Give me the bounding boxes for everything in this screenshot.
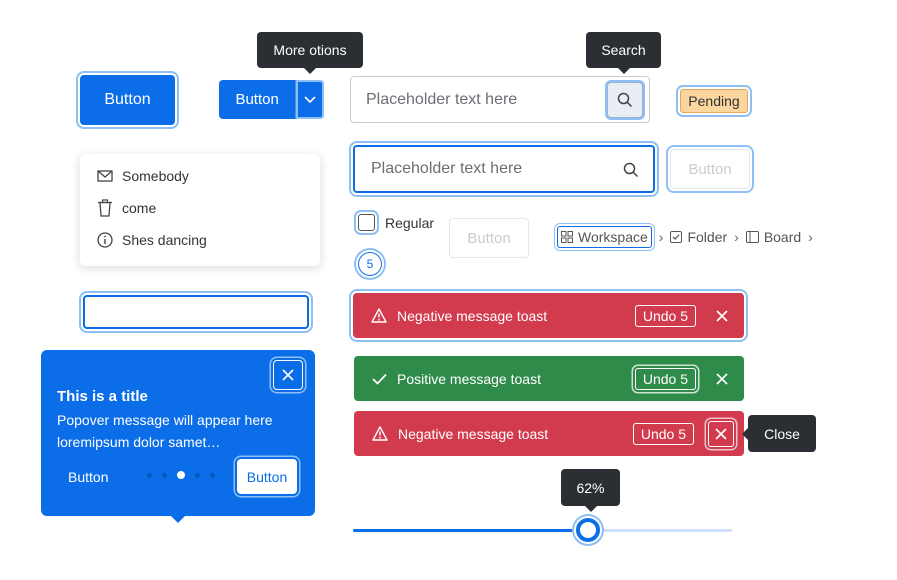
menu-item-come[interactable]: come [80, 192, 320, 224]
disabled-button[interactable]: Button [670, 149, 750, 189]
more-options-tooltip: More otions [257, 32, 363, 74]
popover: This is a title Popover message will app… [41, 350, 315, 523]
close-icon [716, 309, 728, 322]
toast-message: Negative message toast [397, 307, 548, 324]
checkbox-icon [670, 231, 683, 243]
toast-negative: Negative message toast Undo 5 [354, 411, 744, 456]
tooltip-text: Close [764, 425, 800, 442]
breadcrumb-label: Folder [687, 229, 728, 245]
info-icon [97, 232, 113, 248]
breadcrumb-label: Workspace [578, 229, 648, 245]
disabled-button[interactable]: Button [449, 218, 529, 258]
close-button[interactable] [710, 367, 734, 391]
search-placeholder: Placeholder text here [366, 90, 518, 108]
undo-button[interactable]: Undo 5 [634, 304, 696, 327]
search-icon [623, 162, 639, 178]
checkbox-label: Regular [385, 214, 435, 231]
checkbox-box[interactable] [358, 214, 375, 231]
page-dot-active[interactable] [177, 471, 185, 479]
toast-negative: Negative message toast Undo 5 [353, 293, 744, 338]
tooltip-text: Search [601, 42, 646, 58]
grid-icon [561, 231, 573, 243]
slider-thumb[interactable] [576, 518, 600, 542]
search-input[interactable]: Placeholder text here [350, 76, 650, 123]
count-badge: 5 [358, 252, 382, 276]
popover-message: Popover message will appear here loremip… [57, 412, 273, 450]
breadcrumb-item-folder[interactable]: Folder [670, 229, 727, 245]
breadcrumb-item-board[interactable]: Board [745, 229, 802, 245]
trash-icon [98, 199, 112, 217]
board-icon [745, 231, 759, 243]
menu-item-somebody[interactable]: Somebody [80, 160, 320, 192]
toast-positive: Positive message toast Undo 5 [354, 356, 744, 401]
menu-item-label: Shes dancing [122, 232, 207, 248]
breadcrumb-label: Board [763, 229, 802, 245]
menu-item-label: come [122, 200, 157, 216]
tooltip-text: More otions [273, 42, 347, 58]
chevron-right-icon: › [808, 229, 813, 245]
close-icon [716, 372, 728, 385]
split-button-main[interactable]: Button [219, 80, 296, 119]
popover-primary-button[interactable]: Button [237, 459, 297, 494]
undo-button[interactable]: Undo 5 [632, 422, 694, 445]
pagination-dots [142, 471, 220, 479]
popover-secondary-button[interactable]: Button [68, 469, 108, 485]
search-placeholder: Placeholder text here [371, 160, 523, 177]
search-button[interactable] [607, 82, 643, 118]
chevron-right-icon: › [734, 229, 739, 245]
menu-item-label: Somebody [122, 168, 189, 184]
search-icon [617, 92, 633, 108]
close-icon [715, 427, 727, 440]
page-dot[interactable] [195, 472, 200, 478]
slider-value-label: 62% [576, 479, 605, 496]
toast-message: Positive message toast [397, 370, 541, 387]
checkbox-regular[interactable]: Regular [358, 214, 434, 231]
breadcrumb-item-workspace[interactable]: Workspace [557, 226, 652, 248]
search-tooltip: Search [586, 32, 661, 74]
slider-value-tooltip: 62% [561, 469, 620, 512]
status-badge: Pending [680, 89, 748, 113]
chevron-down-icon [304, 95, 316, 103]
slider[interactable] [353, 518, 732, 542]
primary-button[interactable]: Button [80, 75, 175, 125]
toast-message: Negative message toast [398, 425, 549, 442]
search-input-focused[interactable]: Placeholder text here [353, 145, 655, 193]
warning-icon [371, 308, 387, 323]
page-dot[interactable] [147, 472, 152, 478]
split-button-caret[interactable] [295, 80, 324, 119]
close-tooltip: Close [742, 415, 816, 452]
popover-title: This is a title [57, 388, 148, 405]
menu-item-shes-dancing[interactable]: Shes dancing [80, 224, 320, 256]
undo-button[interactable]: Undo 5 [634, 367, 696, 390]
popover-close-button[interactable] [273, 360, 303, 390]
check-icon [372, 373, 387, 385]
text-input[interactable] [83, 295, 309, 329]
slider-fill [353, 528, 588, 532]
close-button[interactable] [708, 420, 734, 447]
page-dot[interactable] [162, 472, 167, 478]
mail-icon [97, 170, 113, 182]
split-button: Button [219, 80, 324, 119]
close-icon [282, 369, 294, 381]
dropdown-menu: Somebody come Shes dancing [80, 154, 320, 266]
breadcrumb: Workspace › Folder › Board › [557, 225, 820, 249]
page-dot[interactable] [210, 472, 215, 478]
close-button[interactable] [710, 304, 734, 328]
warning-icon [372, 426, 388, 441]
chevron-right-icon: › [658, 229, 664, 245]
